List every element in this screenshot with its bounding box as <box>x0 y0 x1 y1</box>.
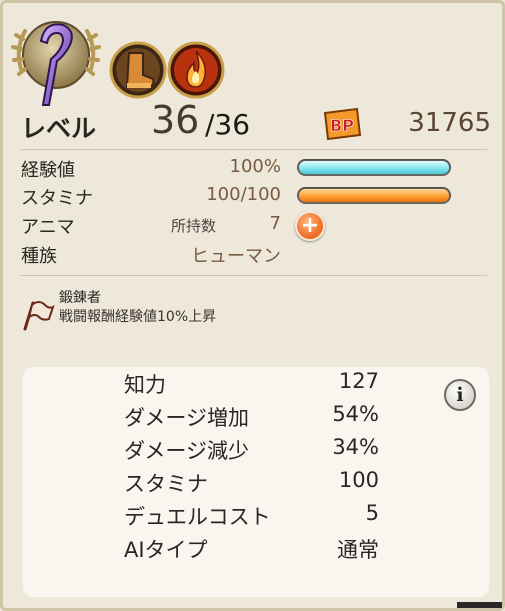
level-max: /36 <box>205 108 251 141</box>
detail-row: AIタイプ 通常 <box>124 534 379 566</box>
detail-value: 127 <box>338 369 379 393</box>
bp-icon: BP <box>323 107 362 141</box>
level-current: 36 <box>151 98 200 142</box>
divider <box>21 275 487 276</box>
anima-row: アニマ 所持数 7 + <box>21 211 491 241</box>
anima-label: アニマ <box>21 217 75 238</box>
info-icon: i <box>456 384 464 406</box>
detail-row: 知力 127 <box>124 369 379 401</box>
class-icons <box>11 9 251 109</box>
detail-label: スタミナ <box>124 472 208 496</box>
race-row: 種族 ヒューマン <box>21 242 491 268</box>
detail-label: ダメージ増加 <box>124 406 249 430</box>
class-emblem-icon <box>11 21 101 106</box>
corner-edge <box>457 602 502 608</box>
skill-description: 戦闘報酬経験値10%上昇 <box>59 309 217 325</box>
plus-icon: + <box>300 213 320 238</box>
bp-value: 31765 <box>408 108 491 138</box>
divider <box>21 149 487 150</box>
detail-label: デュエルコスト <box>124 505 271 529</box>
anima-owned-label: 所持数 <box>171 217 217 235</box>
detail-value: 54% <box>332 402 379 426</box>
stamina-bar-fill <box>299 189 449 202</box>
experience-bar <box>297 159 451 176</box>
detail-value: 5 <box>365 501 379 525</box>
detail-label: 知力 <box>124 373 166 397</box>
info-button[interactable]: i <box>444 379 476 411</box>
passive-skill: 鍛錬者 戦闘報酬経験値10%上昇 <box>21 287 491 337</box>
boot-badge-icon <box>109 41 167 99</box>
stamina-value: 100/100 <box>206 184 281 205</box>
add-anima-button[interactable]: + <box>295 211 325 241</box>
skill-name: 鍛錬者 <box>59 290 101 306</box>
anima-owned-value: 7 <box>269 213 281 234</box>
character-status-panel: レベル 36 /36 BP 31765 経験値 100% スタミナ 100/10… <box>0 0 505 611</box>
stamina-bar <box>297 187 451 204</box>
detail-row: ダメージ増加 54% <box>124 402 379 434</box>
experience-row: 経験値 100% <box>21 156 491 182</box>
detail-value: 通常 <box>337 538 379 562</box>
bp-icon-text: BP <box>330 116 354 135</box>
race-label: 種族 <box>21 246 57 267</box>
detail-value: 100 <box>338 468 379 492</box>
detail-value: 34% <box>332 435 379 459</box>
detail-row: デュエルコスト 5 <box>124 501 379 533</box>
detail-label: ダメージ減少 <box>124 439 249 463</box>
detail-row: スタミナ 100 <box>124 468 379 500</box>
fire-badge-icon <box>167 41 225 99</box>
experience-bar-fill <box>299 161 449 174</box>
flag-icon <box>23 301 55 331</box>
experience-value: 100% <box>229 156 281 177</box>
experience-label: 経験値 <box>21 160 75 181</box>
level-row: レベル 36 /36 BP 31765 <box>21 98 491 145</box>
race-value: ヒューマン <box>191 246 281 267</box>
detail-stats-box: 知力 127 ダメージ増加 54% ダメージ減少 34% スタミナ 100 デュ… <box>23 367 489 597</box>
detail-row: ダメージ減少 34% <box>124 435 379 467</box>
stamina-label: スタミナ <box>21 188 93 209</box>
level-label: レベル <box>21 114 97 143</box>
detail-label: AIタイプ <box>124 538 208 562</box>
stamina-row: スタミナ 100/100 <box>21 184 491 210</box>
